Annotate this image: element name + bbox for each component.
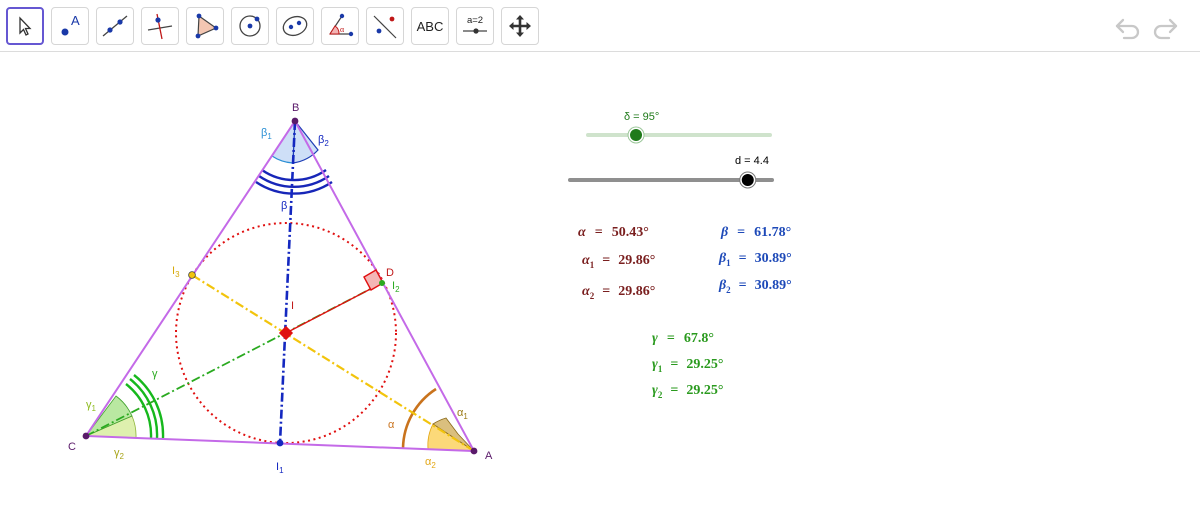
point-I2[interactable]	[379, 280, 385, 286]
measurement-alpha1: α1 = 29.86°	[582, 253, 655, 270]
right-angle-marker	[363, 269, 384, 291]
label-point-I1: I1	[276, 461, 284, 475]
svg-text:α: α	[340, 25, 345, 34]
svg-text:α=50.43°: α = 50.43°	[578, 225, 649, 240]
d-slider-label: d = 4.4	[735, 155, 769, 167]
label-angle-alpha2: α2	[425, 456, 436, 470]
graphics-view[interactable]: B A C D I I1 I2 I3 β β1 β2 γ γ1 γ2 α α1 …	[0, 52, 1200, 500]
ellipse-tool-button[interactable]	[276, 7, 314, 45]
label-point-I2: I2	[392, 280, 400, 294]
svg-text:β2=30.89°: β2 = 30.89°	[718, 278, 792, 295]
label-point-B: B	[292, 102, 299, 114]
svg-text:α1=29.86°: α1 = 29.86°	[582, 253, 655, 270]
label-angle-beta2: β2	[318, 134, 329, 148]
delta-slider-label: δ = 95°	[624, 111, 659, 123]
bisector-from-B	[278, 120, 297, 444]
polygon-tool-button[interactable]	[186, 7, 224, 45]
pointer-arrow-icon	[19, 16, 32, 36]
label-point-I: I	[291, 300, 294, 312]
point-tool-button[interactable]: A	[51, 7, 89, 45]
move-arrows-icon	[509, 15, 531, 37]
move-tool-button[interactable]	[6, 7, 44, 45]
construction-drawing: B A C D I I1 I2 I3 β β1 β2 γ γ1 γ2 α α1 …	[68, 102, 792, 475]
triangle-ABC	[84, 119, 476, 453]
redo-icon	[1153, 18, 1178, 40]
label-angle-gamma1: γ1	[86, 399, 97, 413]
svg-text:γ1=29.25°: γ1 = 29.25°	[652, 357, 723, 374]
radius-to-D	[285, 282, 383, 334]
label-angle-alpha1: α1	[457, 407, 468, 421]
point-C[interactable]	[82, 432, 90, 440]
label-point-D: D	[386, 267, 394, 279]
circle-tool-button[interactable]	[231, 7, 269, 45]
label-angle-alpha: α	[388, 419, 395, 431]
redo-button[interactable]	[1151, 14, 1179, 45]
point-I1[interactable]	[276, 439, 284, 447]
measurement-alpha: α = 50.43°	[578, 225, 649, 240]
point-I3[interactable]	[188, 271, 196, 279]
measurement-alpha2: α2 = 29.86°	[582, 284, 655, 301]
polygon-icon	[195, 13, 219, 39]
measurement-beta2: β2 = 30.89°	[718, 278, 792, 295]
point-A[interactable]	[470, 447, 478, 455]
slider-tool-label: a=2	[467, 15, 483, 26]
undo-icon	[1115, 18, 1140, 40]
undo-button[interactable]	[1114, 14, 1142, 45]
reflect-tool-button[interactable]	[366, 7, 404, 45]
svg-text:β=61.78°: β = 61.78°	[720, 225, 791, 240]
label-angle-beta: β	[281, 200, 287, 212]
label-point-C: C	[68, 441, 76, 453]
bisector-from-A	[191, 274, 475, 452]
label-point-A: A	[485, 450, 493, 462]
measurement-gamma2: γ2 = 29.25°	[652, 383, 723, 400]
measurement-gamma1: γ1 = 29.25°	[652, 357, 723, 374]
text-tool-label: ABC	[416, 18, 444, 34]
perpendicular-line-tool-button[interactable]	[141, 7, 179, 45]
angle-icon: α	[329, 13, 354, 37]
label-angle-gamma: γ	[152, 368, 158, 380]
move-graphics-view-tool-button[interactable]	[501, 7, 539, 45]
d-slider-handle[interactable]	[739, 172, 756, 188]
slider-tool-button[interactable]: a=2	[456, 7, 494, 45]
svg-text:A: A	[71, 13, 80, 28]
svg-text:β1=30.89°: β1 = 30.89°	[718, 251, 792, 268]
point-icon: A	[61, 13, 80, 36]
svg-text:γ2=29.25°: γ2 = 29.25°	[652, 383, 723, 400]
text-tool-button[interactable]: ABC	[411, 7, 449, 45]
svg-text:γ=67.8°: γ = 67.8°	[652, 331, 714, 346]
measurement-beta1: β1 = 30.89°	[718, 251, 792, 268]
toolbar: A α ABC a=2	[0, 0, 1200, 52]
circle-with-center-icon	[239, 15, 261, 37]
perpendicular-line-icon	[147, 13, 173, 40]
delta-slider-handle[interactable]	[628, 127, 645, 143]
measurement-gamma: γ = 67.8°	[652, 331, 714, 346]
measurement-beta: β = 61.78°	[720, 225, 791, 240]
line-tool-button[interactable]	[96, 7, 134, 45]
label-point-I3: I3	[172, 265, 180, 279]
svg-text:α2=29.86°: α2 = 29.86°	[582, 284, 655, 301]
slider-icon: a=2	[463, 15, 487, 34]
point-B[interactable]	[291, 117, 299, 125]
label-angle-beta1: β1	[261, 127, 272, 141]
line-icon	[102, 15, 128, 37]
reflect-about-line-icon	[373, 15, 397, 39]
label-angle-gamma2: γ2	[114, 447, 125, 461]
ellipse-icon	[282, 15, 308, 37]
point-I[interactable]	[278, 325, 294, 341]
angle-tool-button[interactable]: α	[321, 7, 359, 45]
beta-angle-marker	[255, 169, 333, 195]
